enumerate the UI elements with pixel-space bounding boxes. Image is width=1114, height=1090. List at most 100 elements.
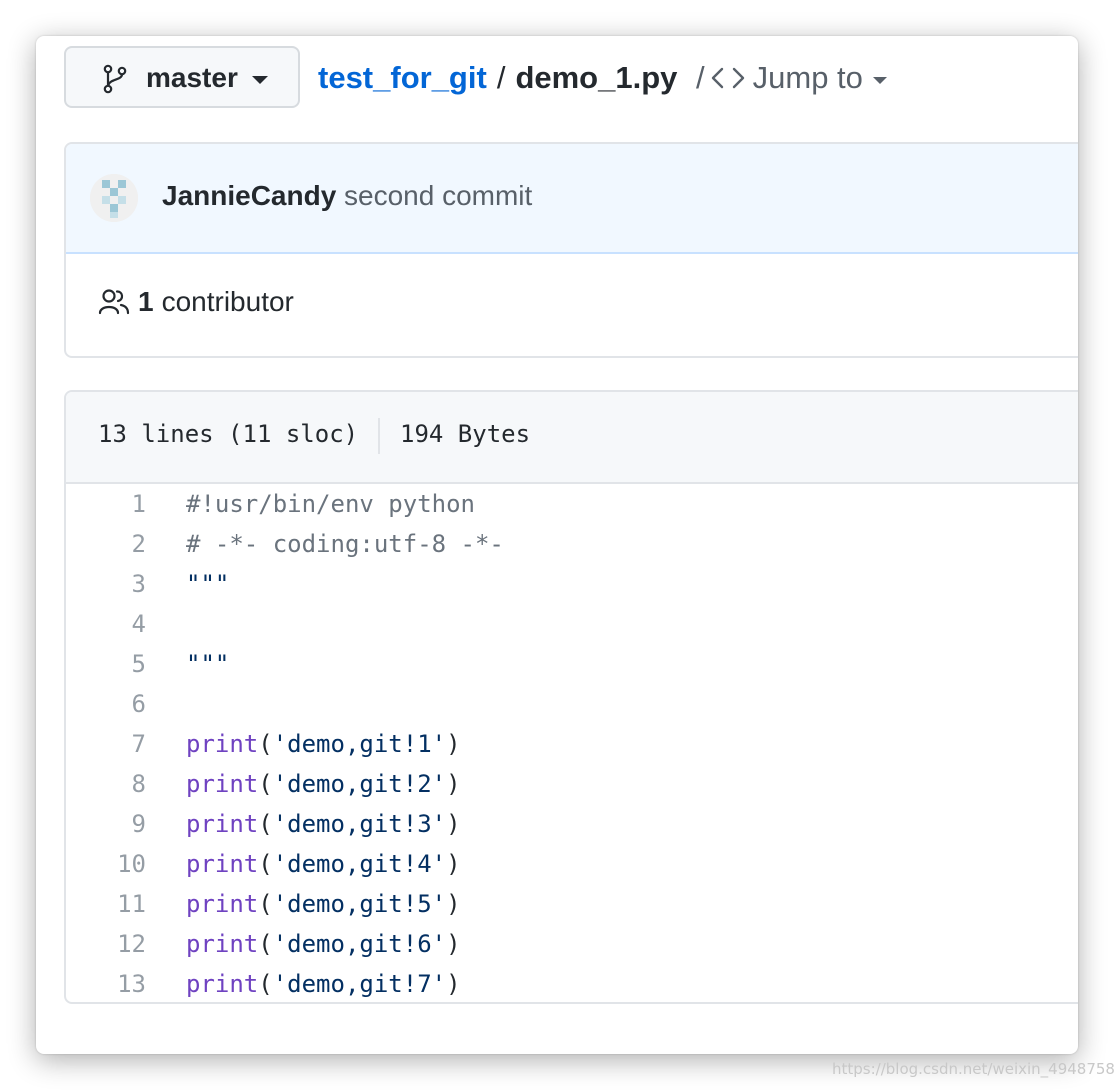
- line-number[interactable]: 2: [66, 524, 146, 564]
- code-token: #!usr/bin/env python: [186, 490, 475, 518]
- contributor-count: 1: [138, 286, 154, 317]
- line-number[interactable]: 11: [66, 884, 146, 924]
- code-icon: [711, 67, 744, 89]
- code-line: 5 """: [66, 644, 1078, 684]
- code-line: 3 """: [66, 564, 1078, 604]
- line-number[interactable]: 9: [66, 804, 146, 844]
- line-content: # -*- coding:utf-8 -*-: [186, 524, 504, 564]
- jump-to-label: Jump to: [752, 60, 863, 95]
- line-content: #!usr/bin/env python: [186, 484, 475, 524]
- code-token: (: [258, 930, 273, 958]
- file-info-header: 13 lines (11 sloc) 194 Bytes: [66, 392, 1078, 484]
- code-token: print: [186, 890, 259, 918]
- code-line: 7 print('demo,git!1'): [66, 724, 1078, 764]
- latest-commit-box: JannieCandy second commit 1 contributor: [64, 142, 1078, 358]
- breadcrumb: test_for_git / demo_1.py: [318, 58, 677, 98]
- code-token: # -*- coding:utf-8 -*-: [186, 530, 504, 558]
- code-token: (: [258, 890, 273, 918]
- code-token: """: [186, 570, 230, 598]
- code-token: ): [446, 930, 461, 958]
- code-token: 'demo,git!2': [272, 770, 447, 798]
- line-number[interactable]: 8: [66, 764, 146, 804]
- code-line: 13 print('demo,git!7'): [66, 964, 1078, 1002]
- line-content: print('demo,git!1'): [186, 724, 461, 764]
- commit-author-link[interactable]: JannieCandy: [162, 180, 336, 212]
- code-line: 9 print('demo,git!3'): [66, 804, 1078, 844]
- code-token: ): [446, 810, 461, 838]
- line-number[interactable]: 10: [66, 844, 146, 884]
- identicon-avatar: [90, 174, 138, 222]
- code-token: ): [446, 730, 461, 758]
- line-number[interactable]: 13: [66, 964, 146, 1002]
- code-line: 10 print('demo,git!4'): [66, 844, 1078, 884]
- code-token: 'demo,git!6': [272, 930, 447, 958]
- github-file-view-window: master test_for_git / demo_1.py / Jump t…: [36, 36, 1078, 1054]
- code-token: 'demo,git!1': [272, 730, 447, 758]
- code-token: print: [186, 810, 259, 838]
- code-line: 11 print('demo,git!5'): [66, 884, 1078, 924]
- code-line: 4: [66, 604, 1078, 644]
- line-content: print('demo,git!5'): [186, 884, 461, 924]
- code-token: """: [186, 650, 230, 678]
- jump-separator: /: [696, 60, 705, 95]
- code-token: print: [186, 850, 259, 878]
- code-token: (: [258, 810, 273, 838]
- line-content: print('demo,git!2'): [186, 764, 461, 804]
- line-number[interactable]: 1: [66, 484, 146, 524]
- line-number[interactable]: 12: [66, 924, 146, 964]
- chevron-down-icon: [872, 76, 887, 84]
- line-content: print('demo,git!3'): [186, 804, 461, 844]
- code-token: 'demo,git!3': [272, 810, 447, 838]
- watermark-text: https://blog.csdn.net/weixin_4948758: [832, 1060, 1114, 1078]
- file-size: 194 Bytes: [400, 420, 531, 448]
- line-content: """: [186, 644, 229, 684]
- code-token: print: [186, 730, 259, 758]
- code-line: 2 # -*- coding:utf-8 -*-: [66, 524, 1078, 564]
- line-content: print('demo,git!6'): [186, 924, 461, 964]
- code-token: ): [446, 770, 461, 798]
- commit-message-link[interactable]: second commit: [344, 180, 532, 212]
- line-number[interactable]: 6: [66, 684, 146, 724]
- code-token: 'demo,git!4': [272, 850, 447, 878]
- line-number[interactable]: 7: [66, 724, 146, 764]
- code-token: print: [186, 770, 259, 798]
- breadcrumb-separator: /: [496, 60, 506, 95]
- file-info-divider: [378, 418, 380, 454]
- people-icon: [98, 289, 130, 315]
- code-token: print: [186, 930, 259, 958]
- code-token: print: [186, 970, 259, 998]
- code-token: (: [258, 970, 273, 998]
- code-line: 12 print('demo,git!6'): [66, 924, 1078, 964]
- git-branch-icon: [103, 64, 127, 94]
- line-content: """: [186, 564, 229, 604]
- file-line-count: 13 lines (11 sloc): [98, 420, 359, 448]
- line-content: print('demo,git!4'): [186, 844, 461, 884]
- jump-to-dropdown[interactable]: / Jump to: [696, 58, 887, 98]
- commit-header: JannieCandy second commit: [66, 144, 1078, 254]
- contributors-link[interactable]: 1 contributor: [98, 286, 294, 318]
- code-token: ): [446, 970, 461, 998]
- line-number[interactable]: 5: [66, 644, 146, 684]
- code-line: 8 print('demo,git!2'): [66, 764, 1078, 804]
- code-token: ): [446, 890, 461, 918]
- code-token: (: [258, 770, 273, 798]
- contributor-label: contributor: [161, 286, 294, 317]
- code-token: 'demo,git!5': [272, 890, 447, 918]
- branch-select-button[interactable]: master: [64, 46, 300, 108]
- code-token: (: [258, 730, 273, 758]
- code-token: ): [446, 850, 461, 878]
- breadcrumb-repo-link[interactable]: test_for_git: [318, 60, 487, 96]
- line-number[interactable]: 4: [66, 604, 146, 644]
- code-listing: 1 #!usr/bin/env python 2 # -*- coding:utf-8…: [66, 484, 1078, 1002]
- breadcrumb-file-name: demo_1.py: [515, 60, 678, 95]
- file-content-box: 13 lines (11 sloc) 194 Bytes 1 #!usr/bin/…: [64, 390, 1078, 1004]
- code-line: 1 #!usr/bin/env python: [66, 484, 1078, 524]
- line-content: print('demo,git!7'): [186, 964, 461, 1002]
- chevron-down-icon: [252, 76, 268, 84]
- code-token: 'demo,git!7': [272, 970, 447, 998]
- code-line: 6: [66, 684, 1078, 724]
- line-number[interactable]: 3: [66, 564, 146, 604]
- branch-label: master: [146, 62, 238, 93]
- code-token: (: [258, 850, 273, 878]
- avatar[interactable]: [90, 174, 138, 222]
